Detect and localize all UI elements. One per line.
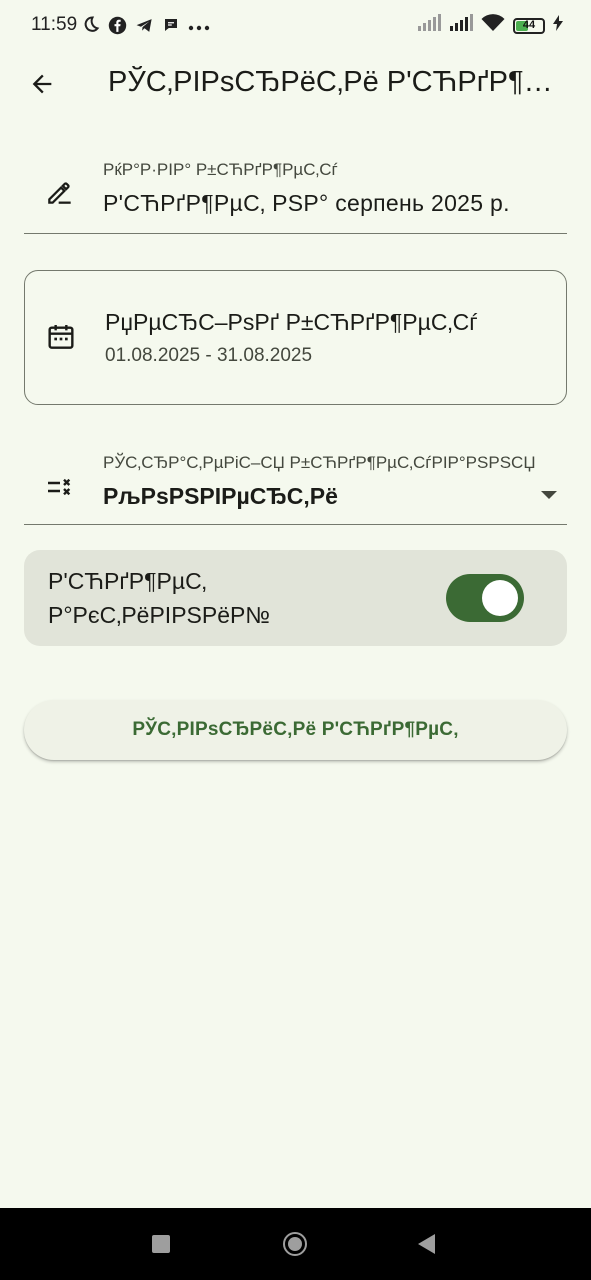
dropdown-arrow-icon[interactable]: [541, 491, 557, 499]
more-icon: [188, 19, 210, 37]
budget-period-card[interactable]: РџРµСЂС–РѕРґ Р±СЋРґР¶РµС‚Сѓ 01.08.2025 -…: [24, 270, 567, 405]
signal-icon: [417, 14, 441, 37]
budgeting-strategy-label: РЎС‚СЂР°С‚РµРіС–СЏ Р±СЋРґР¶РµС‚СѓРІР°РЅР…: [103, 453, 536, 472]
system-back-button[interactable]: [418, 1234, 435, 1254]
switch-thumb: [482, 580, 518, 616]
budget-period-title: РџРµСЂС–РѕРґ Р±СЋРґР¶РµС‚Сѓ: [105, 309, 478, 335]
top-app-bar: РЎС‚РІРѕСЂРёС‚Рё Р'СЋРґР¶РµС‚: [0, 52, 591, 116]
moon-icon: [80, 15, 100, 40]
page-title: РЎС‚РІРѕСЂРёС‚Рё Р'СЋРґР¶РµС‚: [108, 66, 566, 98]
budget-name-label: РќР°Р·РІР° Р±СЋРґР¶РµС‚Сѓ: [103, 160, 338, 179]
signal-icon: [449, 14, 473, 37]
budget-name-input[interactable]: Р'СЋРґР¶РµС‚ РЅР° серпень 2025 р.: [103, 190, 510, 217]
wifi-icon: [481, 14, 505, 37]
budgeting-strategy-value[interactable]: РљРѕРЅРІРµСЂС‚Рё: [103, 483, 338, 510]
rule-icon: [44, 471, 76, 503]
budgeting-strategy-dropdown[interactable]: РЎС‚СЂР°С‚РµРіС–СЏ Р±СЋРґР¶РµС‚СѓРІР°РЅР…: [24, 443, 567, 525]
telegram-icon: [135, 16, 154, 40]
system-nav-bar: [0, 1208, 591, 1280]
battery-level: 44: [522, 18, 536, 31]
recents-button[interactable]: [152, 1235, 170, 1253]
status-time: 11:59: [31, 14, 78, 35]
back-button[interactable]: [22, 64, 62, 104]
budget-active-switch[interactable]: [446, 574, 524, 622]
budget-period-range: 01.08.2025 - 31.08.2025: [105, 345, 313, 366]
facebook-icon: [108, 16, 127, 40]
create-budget-label: РЎС‚РІРѕСЂРёС‚Рё Р'СЋРґР¶РµС‚: [132, 719, 459, 740]
calendar-icon: [45, 321, 77, 353]
budget-active-row[interactable]: Р'СЋРґР¶РµС‚ Р°РєС‚РёРІРЅРёР№: [24, 550, 567, 646]
charging-icon: [553, 15, 563, 36]
chat-icon: [162, 16, 180, 39]
create-budget-button[interactable]: РЎС‚РІРѕСЂРёС‚Рё Р'СЋРґР¶РµС‚: [24, 700, 567, 760]
arrow-back-icon: [32, 74, 52, 94]
home-button[interactable]: [283, 1232, 307, 1256]
budget-active-label: Р'СЋРґР¶РµС‚ Р°РєС‚РёРІРЅРёР№: [48, 568, 271, 628]
notification-icons: [80, 15, 210, 40]
battery-icon: 44: [513, 17, 545, 34]
system-icons: 44: [417, 14, 563, 37]
budget-name-field[interactable]: РќР°Р·РІР° Р±СЋРґР¶РµС‚Сѓ Р'СЋРґР¶РµС‚ Р…: [24, 150, 567, 234]
edit-icon: [44, 176, 76, 208]
status-bar: 11:59 44: [0, 0, 591, 52]
